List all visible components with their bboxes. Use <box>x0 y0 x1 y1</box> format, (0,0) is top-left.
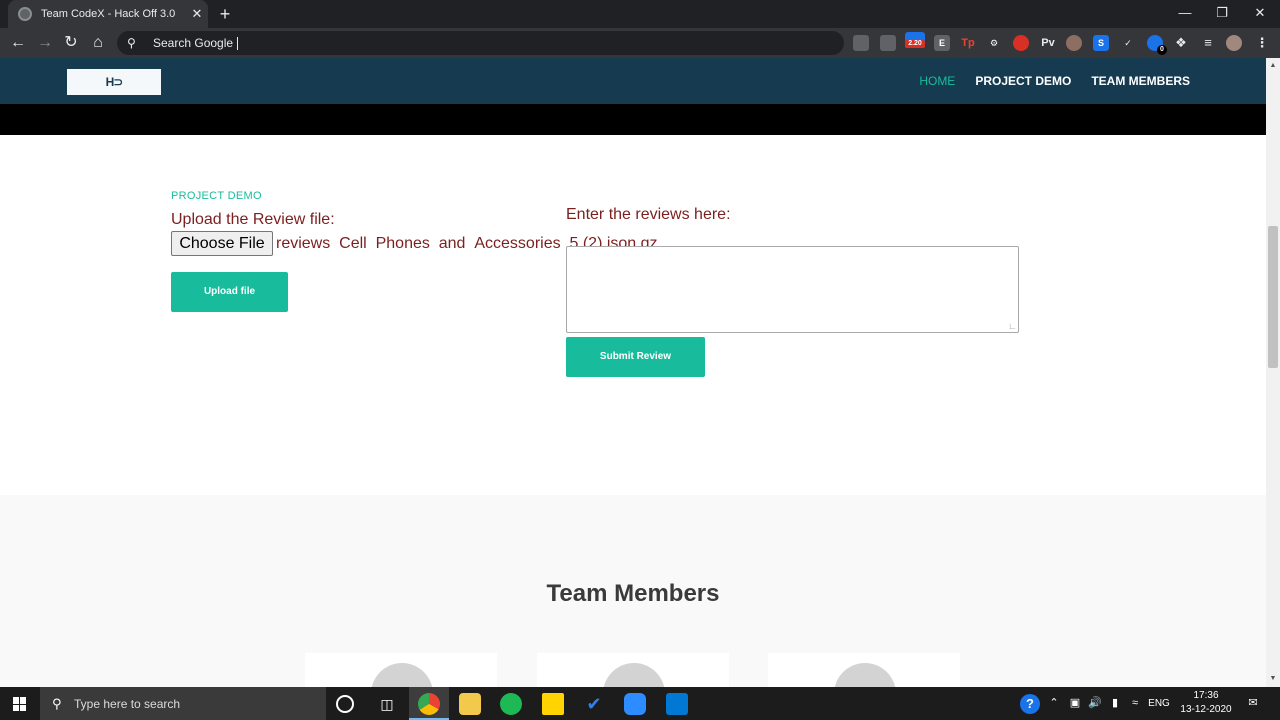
scroll-thumb[interactable] <box>1268 226 1278 368</box>
home-icon[interactable]: ⌂ <box>86 31 110 55</box>
globe-icon <box>18 7 32 21</box>
chrome-icon[interactable] <box>418 693 440 715</box>
help-icon[interactable]: ? <box>1020 694 1040 714</box>
badge-extension-icon[interactable]: 2.20 <box>905 32 925 48</box>
todo-icon[interactable]: ✔ <box>583 693 605 715</box>
network-device-icon[interactable]: ▣ <box>1066 687 1084 720</box>
nav-links: HOME PROJECT DEMO TEAM MEMBERS <box>919 58 1190 104</box>
s-extension-icon[interactable]: S <box>1093 35 1109 51</box>
review-textarea[interactable] <box>566 246 1019 333</box>
browser-tab-bar: Team CodeX - Hack Off 3.0 ✕ + — ❐ ✕ <box>0 0 1280 28</box>
clock-date: 13-12-2020 <box>1180 704 1232 715</box>
choose-file-button[interactable]: Choose File <box>171 231 273 256</box>
extension-badge: 2.20 <box>905 40 925 48</box>
volume-icon[interactable]: 🔊 <box>1086 687 1104 720</box>
nav-home[interactable]: HOME <box>919 74 955 88</box>
upload-label: Upload the Review file: <box>171 211 335 228</box>
language-indicator[interactable]: ENG <box>1146 687 1172 720</box>
tab-title: Team CodeX - Hack Off 3.0 <box>41 8 176 20</box>
tp-extension-icon[interactable]: Tp <box>960 35 976 51</box>
avatar <box>603 663 665 687</box>
p-extension-badge: 0 <box>1157 45 1167 55</box>
cortana-icon[interactable] <box>336 695 354 713</box>
new-tab-button[interactable]: + <box>214 3 236 25</box>
site-logo[interactable]: H⊃ <box>67 69 161 95</box>
reading-list-icon[interactable]: ≡ <box>1200 35 1216 51</box>
camera-extension-icon[interactable] <box>853 35 869 51</box>
browser-toolbar: ← → ↻ ⌂ ⚲ Search Google 2.20 E Tp ⚙ Pv S… <box>0 28 1280 58</box>
address-bar-text: Search Google <box>153 36 234 50</box>
wifi-icon[interactable]: ≈ <box>1126 687 1144 720</box>
vscode-icon[interactable] <box>666 693 688 715</box>
red-extension-icon[interactable] <box>1013 35 1029 51</box>
battery-icon[interactable]: ▮ <box>1106 687 1124 720</box>
team-card <box>537 653 729 687</box>
reload-icon[interactable]: ↻ <box>59 31 83 55</box>
sticky-notes-icon[interactable] <box>542 693 564 715</box>
search-icon: ⚲ <box>52 695 62 711</box>
section-label: PROJECT DEMO <box>171 190 262 202</box>
windows-taskbar: ⚲ Type here to search ◫ ✔ ? ⌃ ▣ 🔊 ▮ ≈ EN… <box>0 687 1280 720</box>
start-button[interactable] <box>0 687 40 720</box>
taskbar-search-placeholder: Type here to search <box>74 696 181 711</box>
minimize-icon[interactable]: — <box>1166 0 1204 28</box>
pv-extension-icon[interactable]: Pv <box>1040 35 1056 51</box>
zoom-icon[interactable] <box>624 693 646 715</box>
restore-icon[interactable]: ❐ <box>1203 0 1241 28</box>
web-page: H⊃ HOME PROJECT DEMO TEAM MEMBERS PROJEC… <box>0 58 1266 687</box>
clock-time: 17:36 <box>1193 690 1219 701</box>
check-extension-icon[interactable]: ✓ <box>1120 35 1136 51</box>
scroll-down-icon[interactable]: ▼ <box>1266 673 1280 685</box>
spotify-icon[interactable] <box>500 693 522 715</box>
chevron-up-icon[interactable]: ⌃ <box>1046 687 1062 720</box>
taskbar-search[interactable]: ⚲ Type here to search <box>40 687 326 720</box>
nav-team-members[interactable]: TEAM MEMBERS <box>1091 74 1190 88</box>
resize-grip-icon[interactable]: ∟ <box>1008 322 1017 331</box>
extensions-icon[interactable]: ❖ <box>1173 35 1189 51</box>
task-view-icon[interactable]: ◫ <box>376 693 398 715</box>
notifications-icon[interactable]: ✉ <box>1244 687 1262 720</box>
copy-extension-icon[interactable] <box>880 35 896 51</box>
address-bar[interactable]: ⚲ Search Google <box>117 31 844 55</box>
team-section: Team Members <box>0 495 1266 687</box>
avatar <box>371 663 433 687</box>
p-extension-icon[interactable]: 0 <box>1147 35 1167 55</box>
profile-avatar[interactable] <box>1226 35 1242 51</box>
submit-review-button[interactable]: Submit Review <box>566 337 705 377</box>
team-card <box>768 653 960 687</box>
e-extension-icon[interactable]: E <box>934 35 950 51</box>
forward-icon[interactable]: → <box>33 31 57 55</box>
browser-tab[interactable]: Team CodeX - Hack Off 3.0 ✕ <box>8 0 208 28</box>
brown-extension-icon[interactable] <box>1066 35 1082 51</box>
file-explorer-icon[interactable] <box>459 693 481 715</box>
close-window-icon[interactable]: ✕ <box>1241 0 1279 28</box>
team-card <box>305 653 497 687</box>
search-icon: ⚲ <box>127 36 136 50</box>
windows-icon <box>13 697 27 711</box>
text-caret <box>237 36 239 50</box>
back-icon[interactable]: ← <box>6 31 30 55</box>
header-band <box>0 104 1266 135</box>
review-label: Enter the reviews here: <box>566 206 731 223</box>
nav-project-demo[interactable]: PROJECT DEMO <box>975 74 1071 88</box>
avatar <box>834 663 896 687</box>
team-title: Team Members <box>546 580 720 607</box>
close-tab-icon[interactable]: ✕ <box>186 6 208 22</box>
site-navbar: H⊃ HOME PROJECT DEMO TEAM MEMBERS <box>0 58 1266 104</box>
upload-file-button[interactable]: Upload file <box>171 272 288 312</box>
taskbar-clock[interactable]: 17:36 13-12-2020 <box>1178 689 1234 717</box>
puzzle-extension-icon[interactable]: ⚙ <box>986 35 1002 51</box>
menu-icon[interactable]: ⋮ <box>1254 35 1270 51</box>
page-scrollbar[interactable]: ▲ ▼ <box>1266 58 1280 687</box>
scroll-up-icon[interactable]: ▲ <box>1266 60 1280 72</box>
